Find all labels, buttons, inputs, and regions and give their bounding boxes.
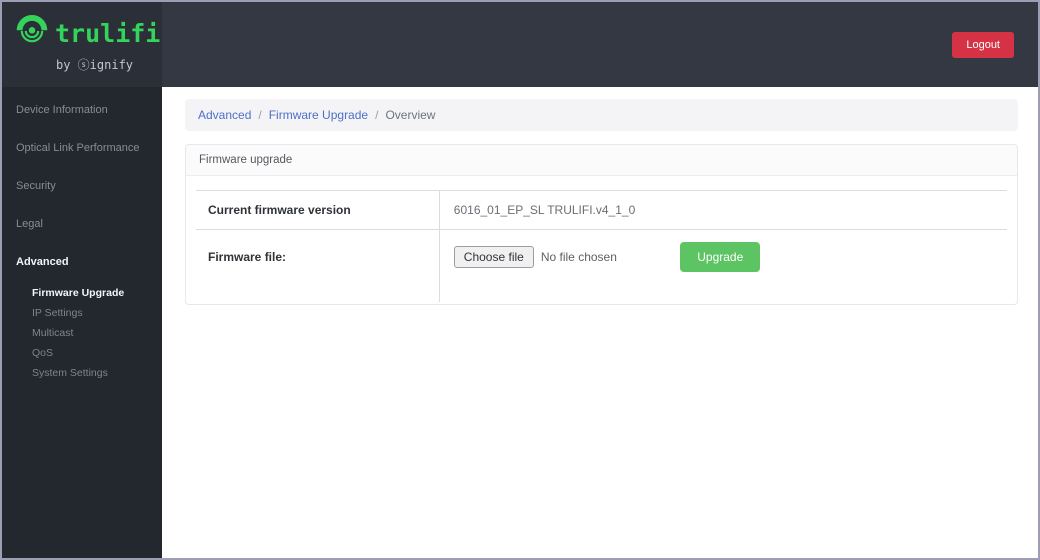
breadcrumb-link-firmware-upgrade[interactable]: Firmware Upgrade (269, 108, 368, 122)
subnav-item-qos[interactable]: QoS (2, 343, 162, 363)
choose-file-button[interactable]: Choose file (453, 246, 534, 268)
breadcrumb-current-overview: Overview (385, 108, 436, 122)
subnav-item-multicast[interactable]: Multicast (2, 323, 162, 343)
table-row-current-firmware-version: Current firmware version 6016_01_EP_SL T… (196, 190, 1007, 230)
table-row-firmware-file: Firmware file: Choose file No file chose… (196, 229, 1007, 302)
brand-byline: by ⓢignify (56, 58, 134, 72)
top-header-bar: trulifi by ⓢignify Logout (2, 2, 1038, 87)
current-firmware-version-value: 6016_01_EP_SL TRULIFI.v4_1_0 (439, 190, 1007, 230)
app-window: trulifi by ⓢignify Logout Device Informa… (0, 0, 1040, 560)
brand-name: trulifi (55, 19, 161, 48)
sidebar-item-device-information[interactable]: Device Information (2, 91, 162, 129)
sidebar-item-optical-link-performance[interactable]: Optical Link Performance (2, 129, 162, 167)
breadcrumb-separator: / (375, 108, 379, 122)
advanced-submenu: Firmware Upgrade IP Settings Multicast Q… (2, 281, 162, 389)
sidebar-nav: Device Information Optical Link Performa… (2, 87, 162, 558)
sidebar-item-advanced[interactable]: Advanced (2, 243, 162, 281)
current-firmware-version-label: Current firmware version (196, 190, 440, 230)
brand-area: trulifi by ⓢignify (2, 2, 162, 87)
trulifi-logo-icon (16, 15, 48, 52)
sidebar-item-legal[interactable]: Legal (2, 205, 162, 243)
subnav-item-ip-settings[interactable]: IP Settings (2, 303, 162, 323)
file-input-group: Choose file No file chosen (453, 246, 617, 268)
main-content: Advanced / Firmware Upgrade / Overview F… (162, 87, 1038, 558)
subnav-item-firmware-upgrade[interactable]: Firmware Upgrade (2, 283, 162, 303)
firmware-file-label: Firmware file: (196, 229, 440, 302)
logout-button[interactable]: Logout (952, 32, 1014, 58)
sidebar-item-security[interactable]: Security (2, 167, 162, 205)
subnav-item-system-settings[interactable]: System Settings (2, 363, 162, 383)
upgrade-button[interactable]: Upgrade (680, 242, 761, 272)
breadcrumb: Advanced / Firmware Upgrade / Overview (185, 99, 1018, 131)
panel-title: Firmware upgrade (186, 145, 1017, 176)
firmware-table: Current firmware version 6016_01_EP_SL T… (196, 190, 1007, 302)
firmware-upgrade-panel: Firmware upgrade Current firmware versio… (185, 144, 1018, 305)
header-spacer: Logout (162, 2, 1038, 87)
file-chosen-status: No file chosen (540, 250, 617, 264)
breadcrumb-separator: / (258, 108, 262, 122)
breadcrumb-link-advanced[interactable]: Advanced (198, 108, 251, 122)
